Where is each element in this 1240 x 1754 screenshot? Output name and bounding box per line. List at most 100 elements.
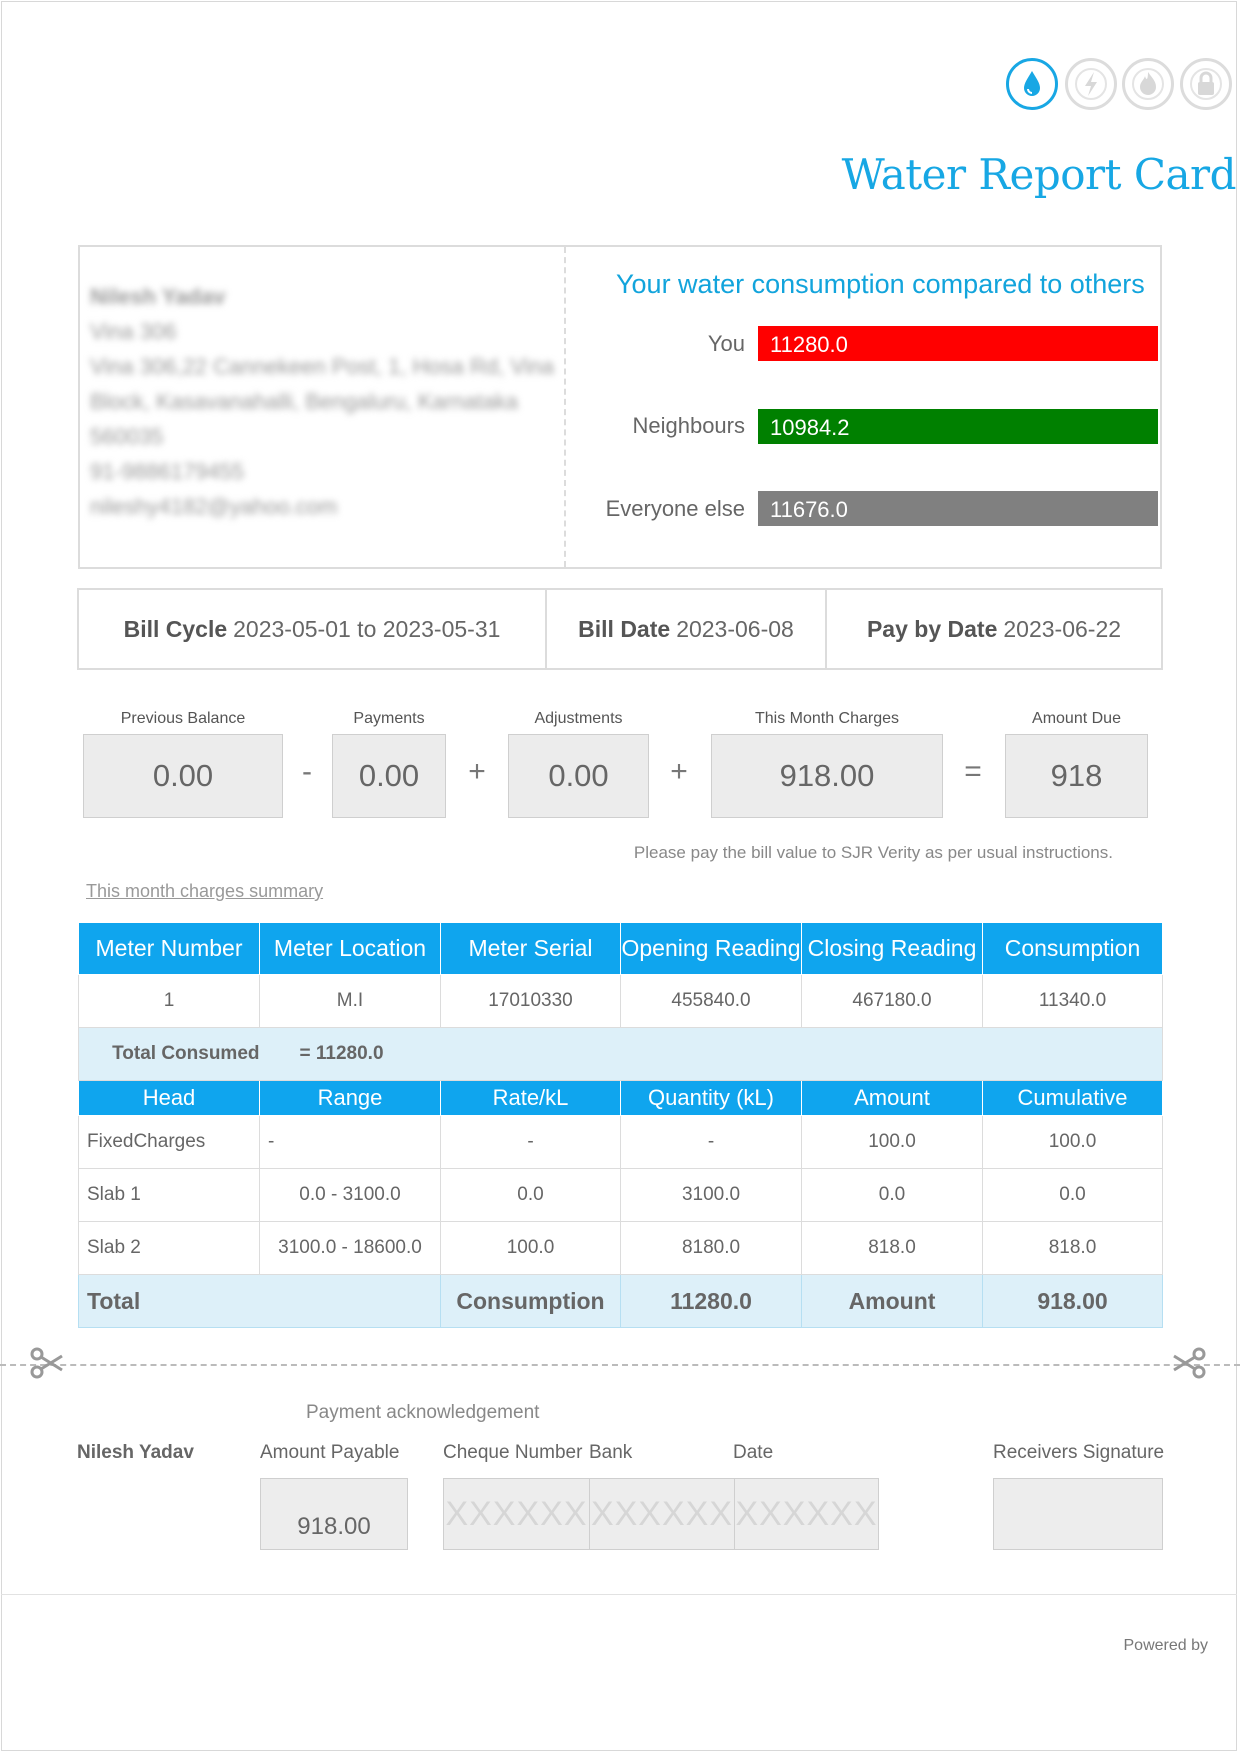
address-line: 560035 (90, 424, 164, 449)
water-drop-icon (1006, 58, 1058, 110)
date-label: Date (733, 1442, 774, 1463)
range-cell: 0.0 - 3100.0 (259, 1168, 441, 1222)
total-consumed-value: = 11280.0 (259, 1027, 1163, 1081)
acknowledgement-name: Nilesh Yadav (77, 1442, 194, 1463)
total-consumed-label: Total Consumed (78, 1027, 260, 1081)
date-field[interactable]: XXXXXX (734, 1478, 879, 1550)
comparison-title: Your water consumption compared to other… (616, 269, 1145, 299)
table-row: 1 M.I 17010330 455840.0 467180.0 11340.0 (78, 974, 1163, 1028)
amount-due-value: 918 (1005, 734, 1148, 818)
quantity-header: Quantity (kL) (620, 1080, 802, 1116)
lock-icon (1180, 58, 1232, 110)
amount-header: Amount (801, 1080, 983, 1116)
pay-by-date-value: 2023-06-22 (1003, 615, 1122, 642)
total-label: Total (78, 1274, 441, 1328)
slab-header-row: Head Range Rate/kL Quantity (kL) Amount … (78, 1080, 1163, 1116)
amount-cell: 818.0 (801, 1221, 983, 1275)
comparison-value-neighbours: 10984.2 (770, 415, 850, 440)
bank-field[interactable]: XXXXXX (589, 1478, 735, 1550)
scissors-icon (1172, 1346, 1206, 1380)
consumption-header: Consumption (982, 922, 1163, 975)
footer-separator (1, 1594, 1237, 1595)
previous-balance-value: 0.00 (83, 734, 283, 818)
adjustments-label: Adjustments (534, 710, 623, 727)
cheque-number-placeholder: XXXXXX (445, 1495, 588, 1533)
total-consumption-label: Consumption (440, 1274, 621, 1328)
opening-reading-header: Opening Reading (620, 922, 802, 975)
customer-name: Nilesh Yadav (90, 284, 226, 309)
meter-number-cell: 1 (78, 974, 260, 1028)
comparison-bar-you: 11280.0 (758, 326, 1158, 361)
minus-operator: - (302, 755, 312, 788)
comparison-bar-everyone: 11676.0 (758, 491, 1158, 526)
rate-cell: 0.0 (440, 1168, 621, 1222)
quantity-cell: 3100.0 (620, 1168, 802, 1222)
cheque-number-label: Cheque Number (443, 1442, 583, 1463)
meter-header-row: Meter Number Meter Location Meter Serial… (78, 922, 1163, 975)
amount-payable-value: 918.00 (297, 1513, 371, 1540)
total-amount-label: Amount (801, 1274, 983, 1328)
acknowledgement-title: Payment acknowledgement (306, 1402, 540, 1423)
signature-label: Receivers Signature (993, 1442, 1165, 1463)
cumulative-cell: 818.0 (982, 1221, 1163, 1275)
table-row: FixedCharges - - - 100.0 100.0 (78, 1115, 1163, 1169)
table-row: Slab 1 0.0 - 3100.0 0.0 3100.0 0.0 0.0 (78, 1168, 1163, 1222)
payments-label: Payments (353, 710, 425, 727)
comparison-label-you: You (707, 331, 745, 356)
range-cell: - (259, 1115, 441, 1169)
amount-due-label: Amount Due (1032, 710, 1121, 727)
lightning-icon (1065, 58, 1117, 110)
cumulative-cell: 100.0 (982, 1115, 1163, 1169)
meter-location-cell: M.I (259, 974, 441, 1028)
comparison-label-neighbours: Neighbours (632, 413, 745, 438)
comparison-bar-neighbours: 10984.2 (758, 409, 1158, 444)
payment-note: Please pay the bill value to SJR Verity … (633, 843, 1113, 862)
cumulative-cell: 0.0 (982, 1168, 1163, 1222)
total-consumption-value: 11280.0 (620, 1274, 802, 1328)
bank-label: Bank (589, 1442, 633, 1463)
consumption-cell: 11340.0 (982, 974, 1163, 1028)
total-amount-value: 918.00 (982, 1274, 1163, 1328)
comparison-value-you: 11280.0 (770, 332, 848, 357)
adjustments-value: 0.00 (508, 734, 649, 818)
head-cell: Slab 1 (78, 1168, 260, 1222)
pay-by-date-label: Pay by Date (866, 615, 998, 642)
previous-balance-label: Previous Balance (120, 710, 246, 727)
bill-cycle: Bill Cycle 2023-05-01 to 2023-05-31 (77, 588, 547, 670)
pay-by-date: Pay by Date 2023-06-22 (825, 588, 1163, 670)
this-month-charges-label: This Month Charges (754, 710, 900, 727)
range-header: Range (259, 1080, 441, 1116)
closing-reading-header: Closing Reading (801, 922, 983, 975)
powered-by: Powered by (1123, 1637, 1209, 1654)
scissors-icon (30, 1346, 64, 1380)
total-consumed-row: Total Consumed = 11280.0 (78, 1027, 1163, 1081)
date-placeholder: XXXXXX (735, 1495, 878, 1533)
meter-serial-cell: 17010330 (440, 974, 621, 1028)
charges-summary-link[interactable]: This month charges summary (86, 881, 323, 902)
bill-date-label: Bill Date (578, 615, 671, 642)
comparison-value-everyone: 11676.0 (770, 497, 848, 522)
rate-cell: - (440, 1115, 621, 1169)
cut-line (0, 1364, 1240, 1366)
this-month-charges-value: 918.00 (711, 734, 943, 818)
cheque-number-field[interactable]: XXXXXX (443, 1478, 590, 1550)
charges-table: Meter Number Meter Location Meter Serial… (78, 922, 1163, 1328)
meter-location-header: Meter Location (259, 922, 441, 975)
amount-cell: 100.0 (801, 1115, 983, 1169)
amount-cell: 0.0 (801, 1168, 983, 1222)
plus-operator: + (468, 755, 486, 788)
address-line: Block, Kasavanahalli, Bengaluru, Karnata… (90, 389, 519, 414)
amount-payable-box: 918.00 (260, 1478, 408, 1550)
flame-icon (1122, 58, 1174, 110)
meter-number-header: Meter Number (78, 922, 260, 975)
address-line: Vina 306,22 Cannekeen Post, 1, Hosa Rd, … (90, 354, 554, 379)
closing-reading-cell: 467180.0 (801, 974, 983, 1028)
bill-cycle-label: Bill Cycle (123, 615, 228, 642)
signature-box[interactable] (993, 1478, 1163, 1550)
rate-header: Rate/kL (440, 1080, 621, 1116)
meter-serial-header: Meter Serial (440, 922, 621, 975)
bill-cycle-value: 2023-05-01 to 2023-05-31 (233, 615, 501, 642)
head-cell: FixedCharges (78, 1115, 260, 1169)
quantity-cell: 8180.0 (620, 1221, 802, 1275)
comparison-label-everyone: Everyone else (605, 496, 745, 521)
